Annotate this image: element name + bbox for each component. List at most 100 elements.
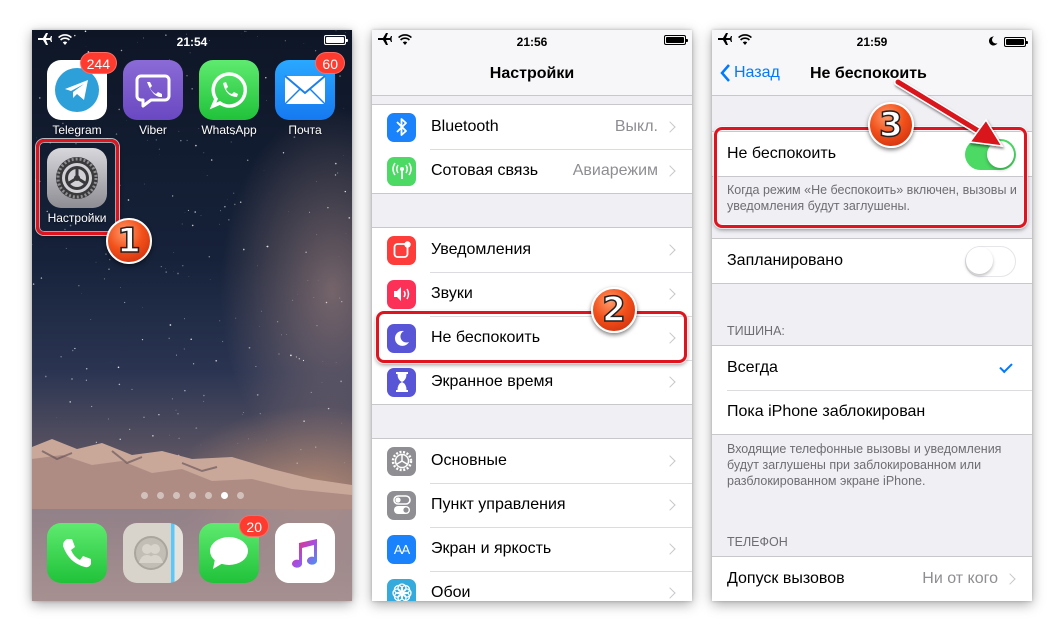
app-viber[interactable]: Viber bbox=[122, 60, 184, 137]
star bbox=[208, 256, 211, 258]
star bbox=[261, 310, 262, 312]
battery-icon bbox=[1004, 37, 1028, 47]
page-dot[interactable] bbox=[236, 492, 244, 499]
silence-option-label: Всегда bbox=[727, 359, 778, 376]
star bbox=[203, 400, 205, 402]
silence-option-label: Пока iPhone заблокирован bbox=[727, 403, 926, 420]
page-dot[interactable] bbox=[220, 492, 228, 499]
star bbox=[342, 155, 344, 156]
star bbox=[288, 211, 290, 212]
star bbox=[341, 301, 343, 303]
dock-music[interactable] bbox=[274, 523, 336, 583]
telegram-icon: 244 bbox=[47, 52, 117, 120]
chevron-right-icon bbox=[664, 587, 676, 599]
star bbox=[120, 287, 121, 288]
app-label: Viber bbox=[139, 123, 167, 137]
wallpaper-icon bbox=[387, 578, 416, 601]
star bbox=[81, 292, 82, 294]
star bbox=[309, 211, 311, 213]
highlight-settings-app bbox=[36, 139, 119, 235]
settings-item-control-center[interactable]: Пункт управления bbox=[372, 483, 692, 527]
star bbox=[40, 277, 43, 279]
star bbox=[227, 198, 228, 200]
page-dot[interactable] bbox=[172, 492, 180, 499]
app-whatsapp[interactable]: WhatsApp bbox=[198, 60, 260, 137]
phone-group: Допуск вызовов Ни от кого bbox=[712, 556, 1032, 601]
page-dot[interactable] bbox=[188, 492, 196, 499]
star bbox=[119, 184, 121, 186]
settings-item-notifications[interactable]: Уведомления bbox=[372, 228, 692, 272]
star bbox=[117, 366, 120, 369]
dock-phone[interactable] bbox=[46, 523, 108, 583]
star bbox=[315, 181, 317, 182]
scheduled-toggle[interactable] bbox=[965, 245, 1016, 277]
page-title: Настройки bbox=[489, 65, 575, 82]
star bbox=[302, 359, 305, 362]
settings-item-bluetooth[interactable]: Bluetooth Выкл. bbox=[372, 105, 692, 149]
star bbox=[316, 325, 318, 327]
star bbox=[189, 52, 191, 54]
star bbox=[339, 75, 341, 77]
star bbox=[110, 361, 112, 363]
dock-messages[interactable]: 20 bbox=[198, 515, 269, 583]
star bbox=[175, 409, 177, 411]
nav-bar: 21:59 Назад Не беспокоить bbox=[712, 30, 1032, 96]
highlight-dnd-toggle bbox=[714, 127, 1027, 228]
star bbox=[325, 301, 328, 304]
star bbox=[74, 347, 76, 350]
settings-item-screen-time[interactable]: Экранное время bbox=[372, 360, 692, 404]
star bbox=[165, 268, 166, 269]
star bbox=[233, 192, 235, 194]
settings-item-wallpaper[interactable]: Обои bbox=[372, 571, 692, 601]
status-bar: 21:54 bbox=[32, 30, 352, 52]
chevron-right-icon bbox=[664, 121, 676, 133]
page-indicator[interactable] bbox=[32, 492, 352, 499]
settings-item-sounds[interactable]: Звуки bbox=[372, 272, 692, 316]
star bbox=[71, 349, 74, 352]
star bbox=[255, 365, 257, 368]
star bbox=[286, 334, 287, 335]
allow-calls-row[interactable]: Допуск вызовов Ни от кого bbox=[712, 557, 1032, 601]
phone-header: ТЕЛЕФОН bbox=[727, 535, 788, 549]
star bbox=[131, 388, 133, 390]
back-button[interactable]: Назад bbox=[720, 64, 780, 82]
star bbox=[206, 175, 208, 176]
dock-contacts[interactable] bbox=[122, 523, 184, 583]
star bbox=[266, 246, 267, 247]
star bbox=[310, 391, 312, 393]
app-mail[interactable]: 60 Почта bbox=[274, 52, 345, 137]
step-badge-2: 2 bbox=[591, 287, 637, 333]
page-dot[interactable] bbox=[204, 492, 212, 499]
silence-option-always[interactable]: Всегда bbox=[712, 346, 1032, 390]
star bbox=[334, 174, 337, 176]
gear-icon bbox=[387, 446, 416, 476]
star bbox=[256, 394, 259, 396]
star bbox=[60, 356, 62, 358]
star bbox=[248, 346, 251, 349]
star bbox=[239, 201, 242, 203]
star bbox=[183, 318, 186, 320]
silence-header: ТИШИНА: bbox=[727, 324, 785, 338]
settings-item-cellular[interactable]: Сотовая связь Авиарежим bbox=[372, 149, 692, 193]
settings-item-general[interactable]: Основные bbox=[372, 439, 692, 483]
viber-icon bbox=[123, 60, 183, 120]
star bbox=[322, 361, 324, 362]
star bbox=[313, 297, 315, 298]
page-dot[interactable] bbox=[156, 492, 164, 499]
settings-item-label: Пункт управления bbox=[431, 496, 566, 513]
settings-item-display[interactable]: AA Экран и яркость bbox=[372, 527, 692, 571]
control-center-icon bbox=[387, 490, 416, 520]
star bbox=[191, 87, 194, 90]
checkmark-icon bbox=[999, 359, 1013, 373]
app-telegram[interactable]: 244 Telegram bbox=[46, 52, 117, 137]
settings-item-label: Основные bbox=[431, 452, 507, 469]
star bbox=[184, 390, 186, 392]
chevron-right-icon bbox=[664, 288, 676, 300]
star bbox=[210, 159, 213, 161]
page-dot[interactable] bbox=[140, 492, 148, 499]
silence-option-locked[interactable]: Пока iPhone заблокирован bbox=[712, 390, 1032, 434]
star bbox=[192, 363, 195, 365]
star bbox=[90, 318, 92, 320]
chevron-right-icon bbox=[664, 499, 676, 511]
star bbox=[219, 223, 220, 225]
